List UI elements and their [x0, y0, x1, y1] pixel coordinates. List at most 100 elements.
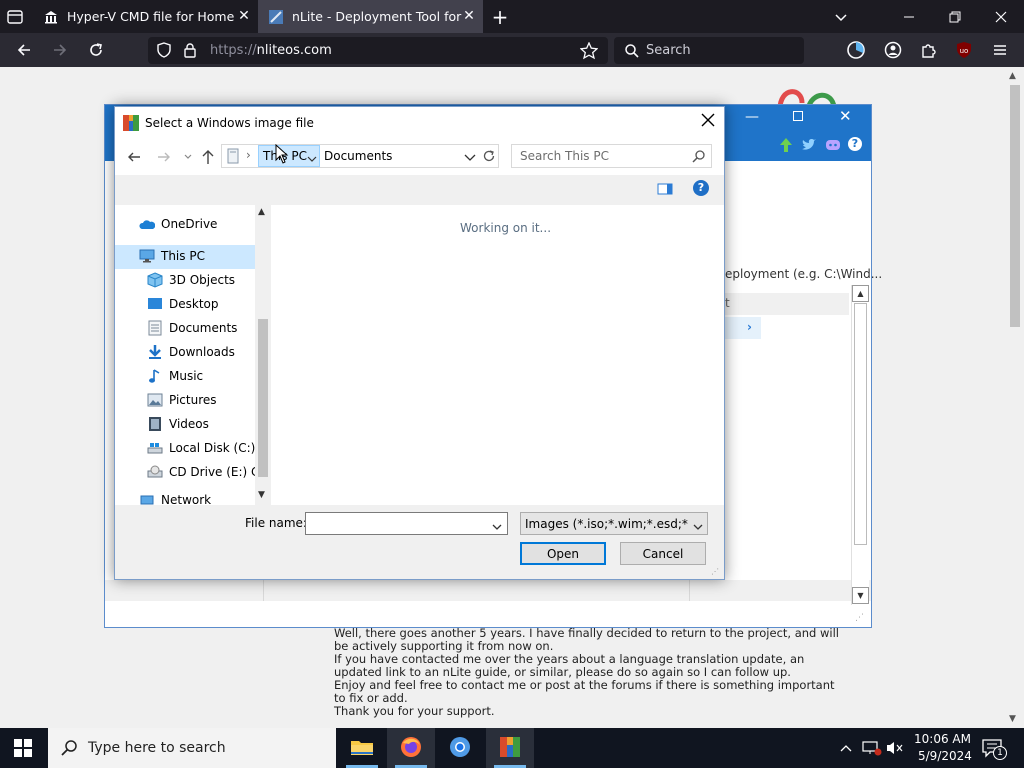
address-dropdown-icon[interactable]	[464, 152, 476, 166]
nav-item-3d-objects[interactable]: 3D Objects	[147, 269, 235, 291]
update-arrow-icon[interactable]	[779, 137, 793, 156]
list-all-tabs-icon[interactable]	[832, 8, 850, 26]
tab-nlite[interactable]: nLite - Deployment Tool for the ✕	[258, 0, 483, 33]
cancel-button[interactable]: Cancel	[620, 542, 706, 565]
menu-icon[interactable]	[988, 38, 1012, 62]
scroll-thumb[interactable]	[854, 303, 867, 545]
list-row-selected[interactable]: ›	[725, 317, 761, 339]
maximize-icon[interactable]	[793, 111, 803, 121]
cancel-label: Cancel	[642, 546, 684, 561]
discord-icon[interactable]	[825, 138, 841, 155]
resize-grip-icon[interactable]: ⋰	[855, 613, 864, 623]
refresh-icon[interactable]	[482, 149, 496, 166]
scroll-up-arrow-icon[interactable]: ▲	[258, 207, 265, 217]
back-icon[interactable]	[12, 38, 36, 62]
news-line: Enjoy and feel free to contact me or pos…	[334, 678, 835, 692]
close-tab-icon[interactable]: ✕	[236, 8, 252, 24]
tab-hyperv[interactable]: Hyper-V CMD file for Home SK ✕	[33, 0, 258, 33]
nlite-app-icon	[498, 735, 522, 762]
nlite-favicon-icon	[268, 9, 284, 25]
scroll-down-arrow-icon[interactable]: ▼	[852, 587, 869, 604]
nlite-scrollbar[interactable]: ▲ ▼	[851, 285, 869, 605]
taskbar-chrome[interactable]	[436, 728, 484, 768]
volume-muted-icon[interactable]	[886, 740, 904, 759]
forward-arrow-icon[interactable]	[157, 150, 171, 167]
nav-scroll-thumb[interactable]	[258, 319, 268, 477]
close-icon[interactable]: ✕	[839, 107, 852, 125]
nav-item-downloads[interactable]: Downloads	[147, 341, 235, 363]
url-text: https://nliteos.com	[210, 43, 332, 58]
page-scrollbar[interactable]: ▲ ▼	[1006, 67, 1024, 728]
forward-icon[interactable]	[48, 38, 72, 62]
help-icon[interactable]: ?	[693, 180, 709, 196]
minimize-icon[interactable]: —	[745, 109, 759, 125]
file-type-filter[interactable]: Images (*.iso;*.wim;*.esd;*.swm	[520, 512, 708, 535]
chevron-down-icon[interactable]	[492, 520, 502, 534]
scroll-up-arrow-icon[interactable]: ▲	[1009, 71, 1016, 81]
url-bar[interactable]: https://nliteos.com	[148, 37, 608, 64]
taskbar-firefox[interactable]	[387, 728, 435, 768]
up-arrow-icon[interactable]	[201, 149, 215, 168]
nav-item-onedrive[interactable]: OneDrive	[139, 213, 217, 235]
scroll-down-arrow-icon[interactable]: ▼	[1009, 714, 1016, 724]
taskbar-nlite[interactable]	[486, 728, 534, 768]
taskbar-file-explorer[interactable]	[338, 728, 386, 768]
nav-item-desktop[interactable]: Desktop	[147, 293, 219, 315]
tab-list-icon[interactable]	[6, 8, 24, 26]
breadcrumb-this-pc[interactable]: This PC	[258, 145, 320, 167]
nav-item-music[interactable]: Music	[147, 365, 203, 387]
open-button[interactable]: Open	[520, 542, 606, 565]
lock-icon[interactable]	[182, 42, 198, 61]
pocket-timer-icon[interactable]	[844, 38, 868, 62]
nav-item-cd-drive[interactable]: CD Drive (E:) CA	[147, 461, 268, 483]
scroll-down-arrow-icon[interactable]: ▼	[258, 490, 265, 500]
twitter-icon[interactable]	[801, 138, 817, 155]
start-windows-icon[interactable]	[14, 739, 32, 760]
ublock-icon[interactable]: uo	[952, 38, 976, 62]
new-tab-icon[interactable]: +	[490, 7, 510, 27]
breadcrumb-documents[interactable]: Documents	[324, 149, 392, 163]
nav-item-local-disk[interactable]: Local Disk (C:)	[147, 437, 255, 459]
preview-pane-icon[interactable]	[657, 182, 673, 199]
network-status-icon[interactable]	[862, 740, 882, 759]
minimize-icon[interactable]	[900, 8, 918, 26]
path-hint: eployment (e.g. C:\Wind...	[725, 267, 883, 281]
tab-title: Hyper-V CMD file for Home SK	[67, 9, 237, 24]
recent-dropdown-icon[interactable]	[183, 151, 193, 165]
back-arrow-icon[interactable]	[127, 150, 141, 167]
reload-icon[interactable]	[84, 38, 108, 62]
nav-item-videos[interactable]: Videos	[147, 413, 209, 435]
page-scroll-thumb[interactable]	[1010, 85, 1020, 327]
chevron-up-icon[interactable]	[840, 742, 852, 756]
taskbar-date[interactable]: 5/9/2024	[918, 749, 972, 763]
restore-icon[interactable]	[946, 8, 964, 26]
videos-icon	[147, 416, 163, 432]
nav-scrollbar[interactable]: ▲ ▼	[255, 205, 271, 505]
taskbar-search-box[interactable]: Type here to search	[48, 728, 336, 768]
close-window-icon[interactable]	[992, 8, 1010, 26]
nav-item-pictures[interactable]: Pictures	[147, 389, 217, 411]
file-name-input[interactable]	[305, 512, 508, 535]
browser-search-bar[interactable]: Search	[614, 37, 804, 64]
close-tab-icon[interactable]: ✕	[461, 8, 477, 24]
chevron-down-icon[interactable]	[693, 520, 703, 534]
extensions-icon[interactable]	[917, 38, 941, 62]
dialog-file-list[interactable]: Working on it...	[272, 205, 724, 505]
nav-item-documents[interactable]: Documents	[147, 317, 237, 339]
resize-grip-icon[interactable]: ⋰	[711, 567, 719, 576]
browser-nav-bar: https://nliteos.com Search uo	[0, 33, 1024, 67]
taskbar-time[interactable]: 10:06 AM	[914, 732, 971, 746]
close-icon[interactable]	[701, 113, 715, 130]
chevron-down-icon[interactable]	[307, 152, 317, 166]
firefox-icon	[399, 735, 423, 762]
help-icon[interactable]: ?	[848, 137, 862, 151]
account-icon[interactable]	[881, 38, 905, 62]
address-bar[interactable]: › This PC Documents	[221, 144, 499, 168]
scroll-up-arrow-icon[interactable]: ▲	[852, 285, 869, 302]
tracking-shield-icon[interactable]	[156, 42, 172, 61]
nav-item-network[interactable]: Network	[139, 493, 211, 505]
nav-item-this-pc-label[interactable]: This PC	[139, 245, 205, 267]
bookmark-star-icon[interactable]	[579, 41, 599, 63]
chevron-right-icon[interactable]: ›	[747, 320, 752, 334]
dialog-search-box[interactable]: Search This PC	[511, 144, 712, 168]
